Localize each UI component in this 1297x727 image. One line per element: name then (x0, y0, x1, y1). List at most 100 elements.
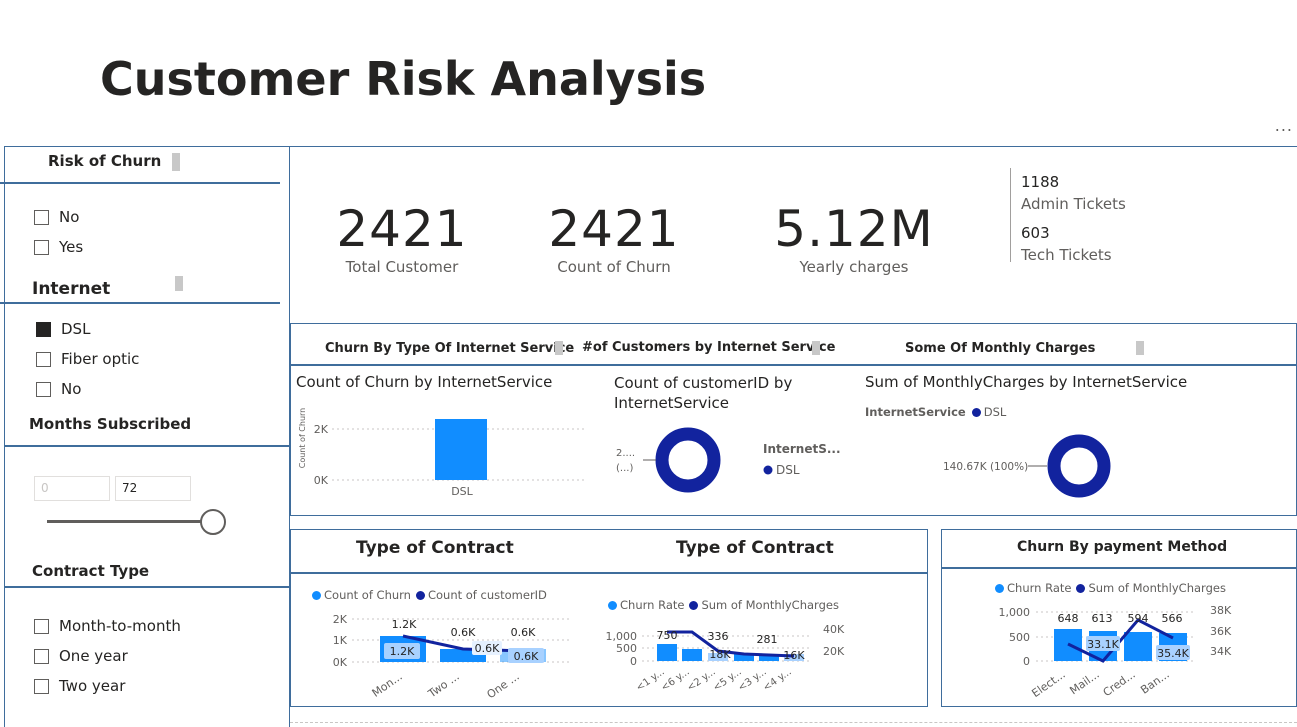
slice-label: 2.... (616, 448, 635, 459)
y-axis-label: Count of Churn (298, 408, 307, 469)
x-tick: Mon... (370, 670, 405, 700)
data-label: 0.6K (514, 650, 539, 663)
kpi-value: 2421 (336, 200, 468, 258)
legend-dot (971, 407, 981, 417)
months-max-input[interactable]: 72 (115, 476, 191, 501)
data-label: 33.1K (1087, 638, 1119, 651)
bar-dsl[interactable] (435, 419, 487, 480)
option-label: Two year (59, 677, 126, 695)
chart-title-payment: Churn By payment Method (1017, 539, 1228, 555)
months-min-input[interactable]: 0 (34, 476, 110, 501)
checkbox[interactable] (36, 351, 51, 367)
y-tick-right: 40K (823, 623, 845, 636)
slice-label: 140.67K (100%) (943, 461, 1028, 473)
legend: Churn Rate Sum of MonthlyCharges (995, 581, 1226, 595)
slicer-option-contract-monthly[interactable]: Month-to-month (34, 617, 181, 635)
slicer-option-internet-fiber[interactable]: Fiber optic (36, 350, 139, 368)
donut-slice-dsl[interactable] (1047, 434, 1111, 498)
checkbox-checked[interactable] (36, 321, 51, 337)
option-label: DSL (61, 320, 91, 338)
ticket-tech-value: 603 (1021, 224, 1050, 242)
legend: InternetService DSL (865, 405, 1006, 419)
bar[interactable] (657, 644, 677, 661)
legend-dot (1076, 583, 1086, 593)
slicer-option-risk-yes[interactable]: Yes (34, 238, 83, 256)
checkbox[interactable] (34, 239, 49, 255)
x-tick: Ban... (1138, 668, 1171, 697)
resize-handle[interactable] (175, 276, 183, 291)
divider (0, 302, 280, 304)
bar[interactable] (682, 649, 702, 661)
chart-title-customers-by-internet: Count of customerID by InternetService (614, 374, 793, 412)
legend: Churn Rate Sum of MonthlyCharges (608, 598, 839, 612)
y-tick: 2K (314, 423, 329, 436)
ticket-divider (1010, 168, 1011, 262)
slicer-option-risk-no[interactable]: No (34, 208, 79, 226)
data-label: 281 (757, 633, 778, 646)
slicer-title-months: Months Subscribed (29, 415, 192, 433)
months-slider-track[interactable] (47, 520, 213, 523)
slicer-option-internet-dsl[interactable]: DSL (36, 320, 90, 338)
y-tick: 0 (1023, 655, 1030, 668)
tab-monthly-charges[interactable]: Some Of Monthly Charges (905, 341, 1095, 356)
data-label: 1.2K (392, 618, 417, 631)
checkbox[interactable] (34, 209, 49, 225)
legend-dot (995, 583, 1004, 593)
tab-churn-by-internet[interactable]: Churn By Type Of Internet Service (325, 341, 574, 356)
chart-title-monthly-charges: Sum of MonthlyCharges by InternetService (865, 373, 1188, 391)
slicer-option-internet-no[interactable]: No (36, 380, 81, 398)
y-tick-right: 36K (1210, 625, 1232, 638)
divider (4, 586, 290, 588)
kpi-label: Total Customer (345, 258, 459, 276)
x-tick: <4 y... (761, 666, 793, 693)
checkbox[interactable] (34, 618, 49, 634)
legend: Count of Churn Count of customerID (312, 588, 547, 602)
checkbox[interactable] (34, 648, 49, 664)
legend-dot (763, 465, 773, 475)
chart-customers-by-internet: 2.... (...) InternetS... DSL (616, 427, 841, 493)
y-tick: 0 (630, 655, 637, 668)
x-tick: Elect... (1029, 668, 1067, 700)
chart-title-contract-2: Type of Contract (676, 538, 834, 558)
legend-dot (415, 590, 425, 600)
data-label: 750 (657, 629, 678, 642)
checkbox[interactable] (36, 381, 51, 397)
resize-handle[interactable] (555, 341, 563, 355)
legend-dot (312, 590, 321, 600)
checkbox[interactable] (34, 678, 49, 694)
option-label: No (61, 380, 82, 398)
data-label: 648 (1058, 612, 1079, 625)
y-tick: 2K (333, 613, 348, 626)
y-tick-right: 20K (823, 645, 845, 658)
more-options-icon[interactable]: ... (1275, 116, 1293, 135)
y-tick: 0K (333, 656, 348, 669)
data-label: 336 (708, 630, 729, 643)
y-tick: 500 (1009, 631, 1030, 644)
kpi-label: Yearly charges (799, 258, 909, 276)
chart-payment-method: 1,000 500 0 38K 36K 34K 648 613 594 566 … (999, 604, 1232, 700)
tab-customers-by-internet[interactable]: #of Customers by Internet Service (582, 340, 835, 355)
option-label: No (59, 208, 80, 226)
ticket-tech-label: Tech Tickets (1021, 246, 1112, 264)
resize-handle[interactable] (1136, 341, 1144, 355)
data-label: 1.2K (390, 645, 415, 658)
y-tick: 1K (333, 634, 348, 647)
divider (290, 572, 928, 574)
kpi-top-border (290, 146, 1297, 147)
bar-credit[interactable] (1124, 632, 1152, 661)
x-tick: <2 y... (685, 666, 717, 693)
slicer-option-contract-two-year[interactable]: Two year (34, 677, 125, 695)
slicer-option-contract-one-year[interactable]: One year (34, 647, 128, 665)
option-label: Fiber optic (61, 350, 140, 368)
resize-handle[interactable] (172, 153, 180, 171)
resize-handle[interactable] (812, 341, 820, 355)
slice-label: (...) (616, 463, 633, 474)
slicer-title-contract: Contract Type (32, 562, 150, 580)
donut-slice-dsl[interactable] (655, 427, 721, 493)
kpi-yearly-charges: 5.12M Yearly charges (744, 200, 964, 276)
chart-contract-2: 1,000 500 0 40K 20K 750 336 281 18K 16K … (606, 623, 845, 694)
months-slider-handle[interactable] (200, 509, 226, 535)
data-label: 594 (1128, 612, 1149, 625)
x-tick: DSL (451, 485, 473, 498)
legend-item: Count of Churn (324, 588, 411, 602)
